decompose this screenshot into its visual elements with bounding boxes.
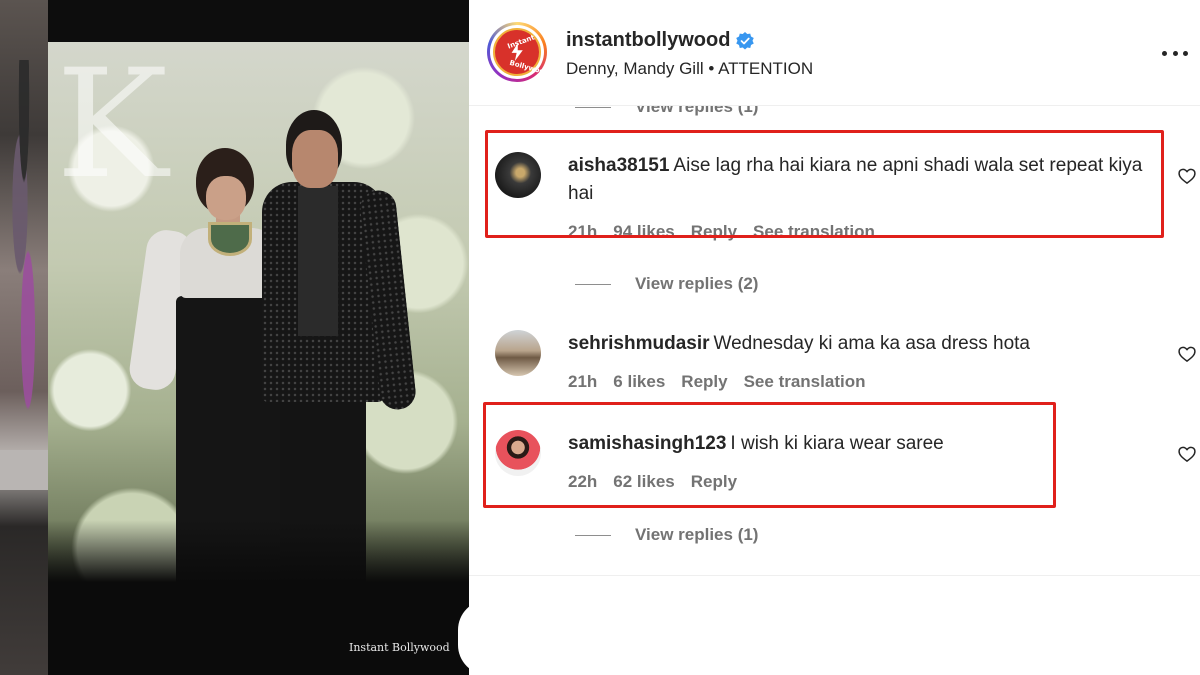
comment-meta: 21h 94 likes Reply See translation bbox=[568, 222, 891, 242]
comment-text: Wednesday ki ama ka asa dress hota bbox=[713, 333, 1031, 354]
heart-icon[interactable] bbox=[1177, 166, 1197, 186]
more-options-icon[interactable] bbox=[1162, 40, 1188, 66]
dot bbox=[1183, 50, 1188, 56]
dot bbox=[1172, 50, 1178, 56]
view-replies-button[interactable]: View replies (1) bbox=[575, 524, 758, 546]
comment-time: 22h bbox=[568, 472, 598, 491]
comments-panel: Instant Bollywood instantbollywood Denny… bbox=[469, 0, 1200, 675]
replies-line bbox=[575, 534, 611, 536]
heart-icon[interactable] bbox=[1177, 344, 1197, 364]
see-translation-button[interactable]: See translation bbox=[753, 222, 875, 241]
comments-divider bbox=[469, 575, 1200, 576]
logo-text-top: Instant bbox=[506, 33, 536, 51]
man-figure-face bbox=[292, 130, 338, 188]
comment-item: aisha38151 Aise lag rha hai kiara ne apni… bbox=[469, 146, 1200, 246]
heart-icon[interactable] bbox=[1177, 444, 1197, 464]
view-replies-button[interactable]: View replies (2) bbox=[575, 273, 758, 295]
woman-figure-necklace bbox=[208, 222, 252, 256]
view-replies-label: View replies (1) bbox=[635, 525, 759, 544]
previous-post-preview[interactable] bbox=[0, 0, 48, 675]
comment-body: aisha38151 Aise lag rha hai kiara ne apni… bbox=[568, 152, 1148, 208]
comment-body: samishasingh123 I wish ki kiara wear sare… bbox=[568, 430, 1148, 458]
comment-username[interactable]: sehrishmudasir bbox=[568, 333, 710, 354]
view-replies-label: View replies (2) bbox=[635, 274, 759, 293]
comment-meta: 21h 6 likes Reply See translation bbox=[568, 372, 881, 392]
comment-text: I wish ki kiara wear saree bbox=[730, 433, 944, 454]
commenter-avatar[interactable] bbox=[495, 152, 541, 198]
dot bbox=[1162, 50, 1167, 56]
media-area: K Instant Bollywood bbox=[0, 0, 469, 675]
reply-button[interactable]: Reply bbox=[691, 472, 737, 491]
reply-button[interactable]: Reply bbox=[681, 372, 727, 391]
replies-line bbox=[575, 106, 611, 108]
comment-username[interactable]: samishasingh123 bbox=[568, 433, 726, 454]
commenter-avatar[interactable] bbox=[495, 430, 541, 476]
comment-username[interactable]: aisha38151 bbox=[568, 155, 669, 176]
comment-body: sehrishmudasir Wednesday ki ama ka asa dr… bbox=[568, 330, 1148, 358]
crowd-image bbox=[4, 60, 44, 420]
comment-item: samishasingh123 I wish ki kiara wear sare… bbox=[469, 428, 1200, 498]
reply-button[interactable]: Reply bbox=[691, 222, 737, 241]
view-replies-label: View replies (1) bbox=[635, 106, 759, 116]
account-avatar[interactable]: Instant Bollywood bbox=[487, 22, 550, 82]
video-letterbox bbox=[48, 0, 469, 42]
comment-time: 21h bbox=[568, 372, 598, 391]
post-video[interactable]: K Instant Bollywood bbox=[48, 0, 469, 675]
comment-meta: 22h 62 likes Reply bbox=[568, 472, 753, 492]
replies-line bbox=[575, 283, 611, 285]
audio-track[interactable]: Denny, Mandy Gill • ATTENTION bbox=[566, 59, 813, 79]
account-name[interactable]: instantbollywood bbox=[566, 29, 730, 52]
woman-figure-face bbox=[206, 176, 246, 220]
see-translation-button[interactable]: See translation bbox=[744, 372, 866, 391]
comment-likes[interactable]: 6 likes bbox=[613, 372, 665, 391]
brand-logo: Instant Bollywood bbox=[493, 28, 550, 77]
comment-likes[interactable]: 62 likes bbox=[613, 472, 674, 491]
comment-list[interactable]: View replies (1) aisha38151 Aise lag rha … bbox=[469, 106, 1200, 675]
view-replies-button[interactable]: View replies (1) bbox=[575, 106, 758, 118]
post-header: Instant Bollywood instantbollywood Denny… bbox=[469, 0, 1200, 106]
floor-image bbox=[0, 450, 48, 490]
verified-badge-icon bbox=[736, 32, 754, 50]
comment-time: 21h bbox=[568, 222, 598, 241]
commenter-avatar[interactable] bbox=[495, 330, 541, 376]
comment-item: sehrishmudasir Wednesday ki ama ka asa dr… bbox=[469, 328, 1200, 398]
video-watermark: Instant Bollywood bbox=[349, 641, 450, 654]
man-figure-shirt bbox=[298, 186, 338, 336]
monogram-letter: K bbox=[56, 38, 169, 212]
comment-likes[interactable]: 94 likes bbox=[613, 222, 674, 241]
